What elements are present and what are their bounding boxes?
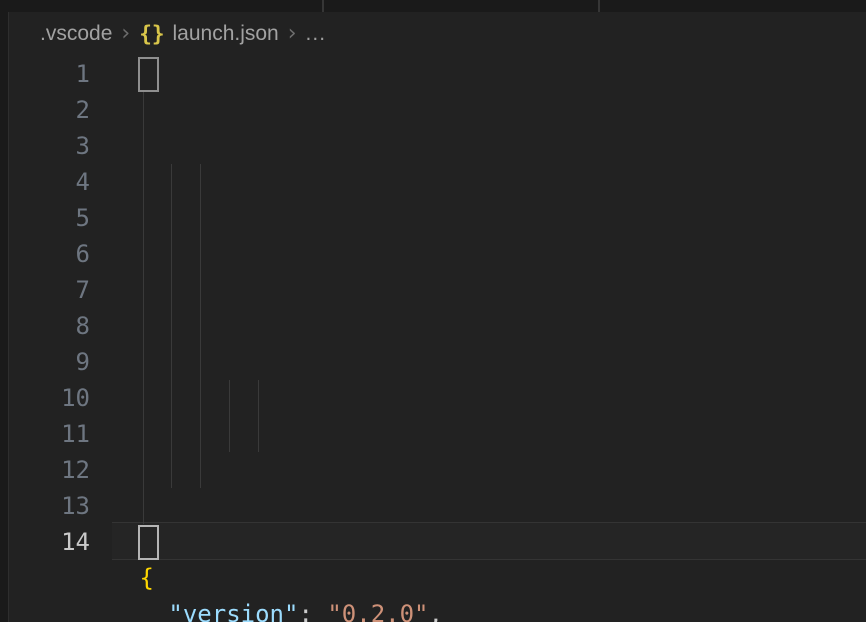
code-line[interactable]: "version": "0.2.0", — [140, 596, 866, 622]
tab-bar — [0, 0, 866, 12]
code-token: : — [298, 600, 327, 622]
indent-guide — [229, 380, 230, 452]
breadcrumb-symbol-ellipsis[interactable]: ... — [306, 22, 327, 46]
line-number[interactable]: 4 — [10, 164, 90, 200]
code-token: , — [429, 600, 443, 622]
breadcrumb: .vscode › {} launch.json › ... — [10, 12, 866, 56]
line-number[interactable]: 12 — [10, 452, 90, 488]
line-number[interactable]: 1 — [10, 56, 90, 92]
window-edge — [0, 0, 9, 622]
chevron-right-icon: › — [121, 21, 130, 46]
code-token — [140, 600, 169, 622]
line-number[interactable]: 3 — [10, 128, 90, 164]
line-number[interactable]: 6 — [10, 236, 90, 272]
line-number-gutter[interactable]: 1234567891011121314 — [10, 56, 90, 560]
code-token: "0.2.0" — [327, 600, 428, 622]
line-number[interactable]: 10 — [10, 380, 90, 416]
code-token: { — [140, 564, 154, 592]
bracket-match-box — [138, 57, 159, 92]
json-braces-icon: {} — [139, 22, 164, 46]
line-number[interactable]: 7 — [10, 272, 90, 308]
line-number[interactable]: 14 — [10, 524, 90, 560]
indent-guide — [143, 92, 144, 524]
bracket-match-box — [138, 525, 159, 560]
line-number[interactable]: 2 — [10, 92, 90, 128]
line-number[interactable]: 13 — [10, 488, 90, 524]
indent-guide — [258, 380, 259, 452]
line-number[interactable]: 9 — [10, 344, 90, 380]
indent-guide — [171, 164, 172, 488]
breadcrumb-file[interactable]: launch.json — [172, 22, 278, 46]
breadcrumb-folder[interactable]: .vscode — [40, 22, 112, 46]
tab-separator — [322, 0, 324, 12]
indent-guide — [200, 164, 201, 488]
chevron-right-icon: › — [288, 21, 297, 46]
line-number[interactable]: 5 — [10, 200, 90, 236]
code-line[interactable]: { — [140, 560, 866, 596]
code-content[interactable]: { "version": "0.2.0", "configurations": … — [140, 560, 866, 622]
tab-separator — [598, 0, 600, 12]
editor[interactable]: 1234567891011121314 { "version": "0.2.0"… — [10, 56, 866, 622]
line-number[interactable]: 8 — [10, 308, 90, 344]
line-number[interactable]: 11 — [10, 416, 90, 452]
code-token: "version" — [168, 600, 298, 622]
current-line-highlight — [112, 522, 866, 560]
